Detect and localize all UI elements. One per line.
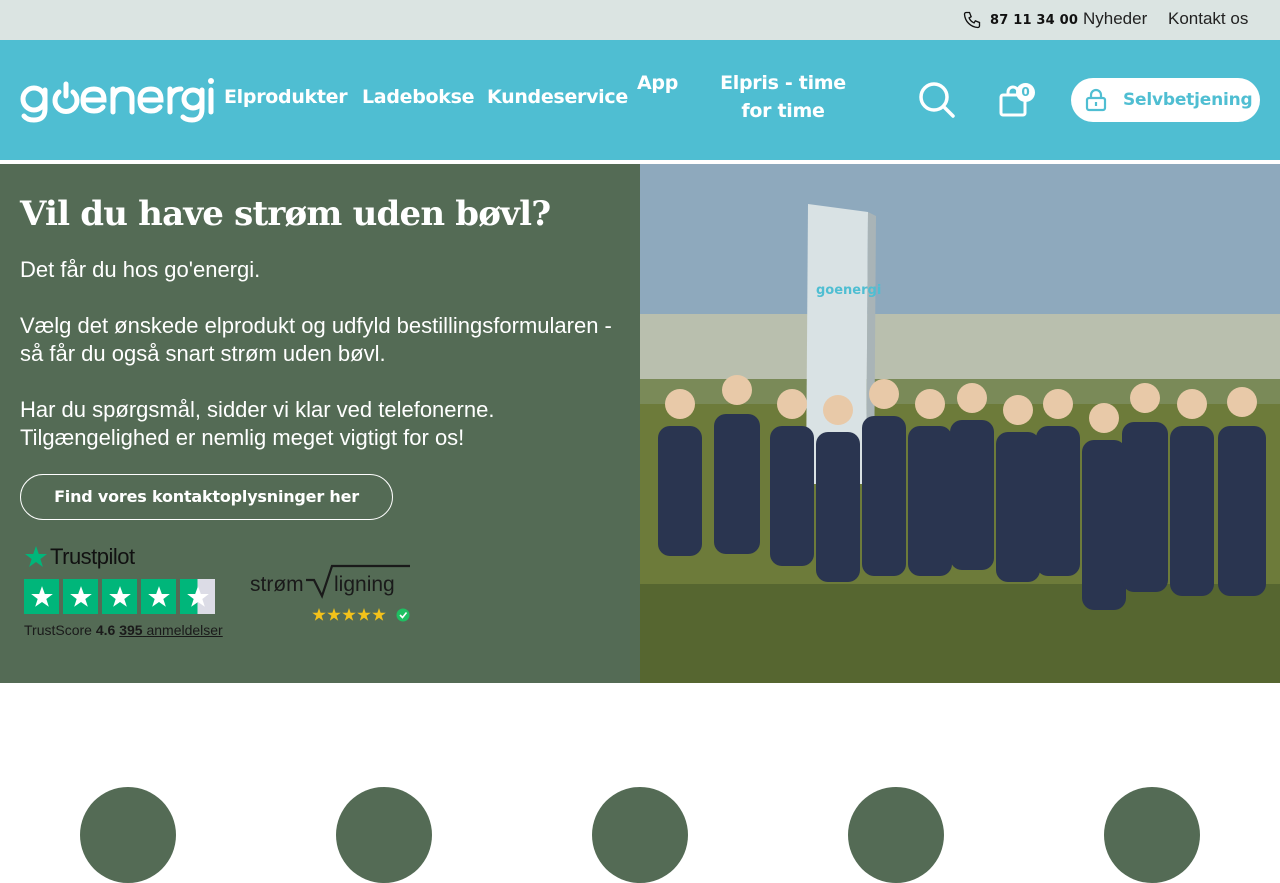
- nav-app[interactable]: App: [637, 69, 678, 97]
- selfservice-button[interactable]: Selvbetjening: [1071, 78, 1260, 122]
- feature-icon-4: [848, 787, 944, 883]
- stromligning-badge[interactable]: strøm ligning: [248, 564, 412, 626]
- news-link[interactable]: Nyheder: [1083, 9, 1147, 29]
- nav-kundeservice[interactable]: Kundeservice: [487, 83, 628, 111]
- nav-elprodukter[interactable]: Elprodukter: [224, 83, 348, 111]
- nav-elpris[interactable]: Elpris - time for time: [706, 69, 860, 125]
- sign-logo-text: goenergi: [816, 283, 881, 298]
- review-count-label[interactable]: anmeldelser: [146, 622, 222, 638]
- top-utility-bar: 87 11 34 00 Nyheder Kontakt os: [0, 0, 1280, 40]
- phone-link[interactable]: 87 11 34 00: [962, 9, 1078, 31]
- team-photo-illustration: goenergi: [640, 164, 1280, 683]
- stromligning-brand-left: strøm: [250, 573, 304, 596]
- trustpilot-star-5: [180, 579, 215, 614]
- review-count[interactable]: 395: [119, 622, 142, 638]
- hero-title: Vil du have strøm uden bøvl?: [20, 194, 551, 234]
- trustpilot-star-1: [24, 579, 59, 614]
- lock-icon: [1085, 88, 1107, 112]
- feature-icon-5: [1104, 787, 1200, 883]
- cart-count-badge: 0: [1016, 83, 1035, 102]
- trustscore-label: TrustScore: [24, 622, 92, 638]
- trustpilot-star-4: [141, 579, 176, 614]
- trustscore-value: 4.6: [95, 622, 116, 638]
- trustpilot-brand: Trustpilot: [50, 544, 135, 569]
- trustpilot-star-3: [102, 579, 137, 614]
- phone-icon: [963, 11, 981, 29]
- contact-link[interactable]: Kontakt os: [1168, 9, 1248, 29]
- team-photo: goenergi: [640, 164, 1280, 683]
- trustpilot-logo[interactable]: Trustpilot: [24, 544, 135, 570]
- trustpilot-stars: [24, 579, 215, 614]
- feature-icon-3: [592, 787, 688, 883]
- stromligning-brand-right: ligning: [334, 573, 395, 596]
- contact-info-button[interactable]: Find vores kontaktoplysninger her: [20, 474, 393, 520]
- selfservice-label: Selvbetjening: [1123, 90, 1253, 110]
- phone-number: 87 11 34 00: [990, 12, 1079, 28]
- feature-icon-1: [80, 787, 176, 883]
- hero-availability: Har du spørgsmål, sidder vi klar ved tel…: [20, 397, 495, 450]
- trustpilot-star-icon: [25, 546, 47, 567]
- trustpilot-score[interactable]: TrustScore 4.6 395 anmeldelser: [24, 622, 223, 638]
- nav-ladebokse[interactable]: Ladebokse: [362, 83, 475, 111]
- hero-intro: Det får du hos go'energi.: [20, 257, 261, 282]
- search-icon[interactable]: [918, 81, 956, 119]
- goenergi-logo[interactable]: goenergi: [20, 76, 214, 124]
- hero-instructions: Vælg det ønskede elprodukt og udfyld bes…: [20, 313, 612, 366]
- main-header: goenergi Elprodukter Ladebokse Kundeserv…: [0, 40, 1280, 160]
- trustpilot-star-2: [63, 579, 98, 614]
- feature-icon-2: [336, 787, 432, 883]
